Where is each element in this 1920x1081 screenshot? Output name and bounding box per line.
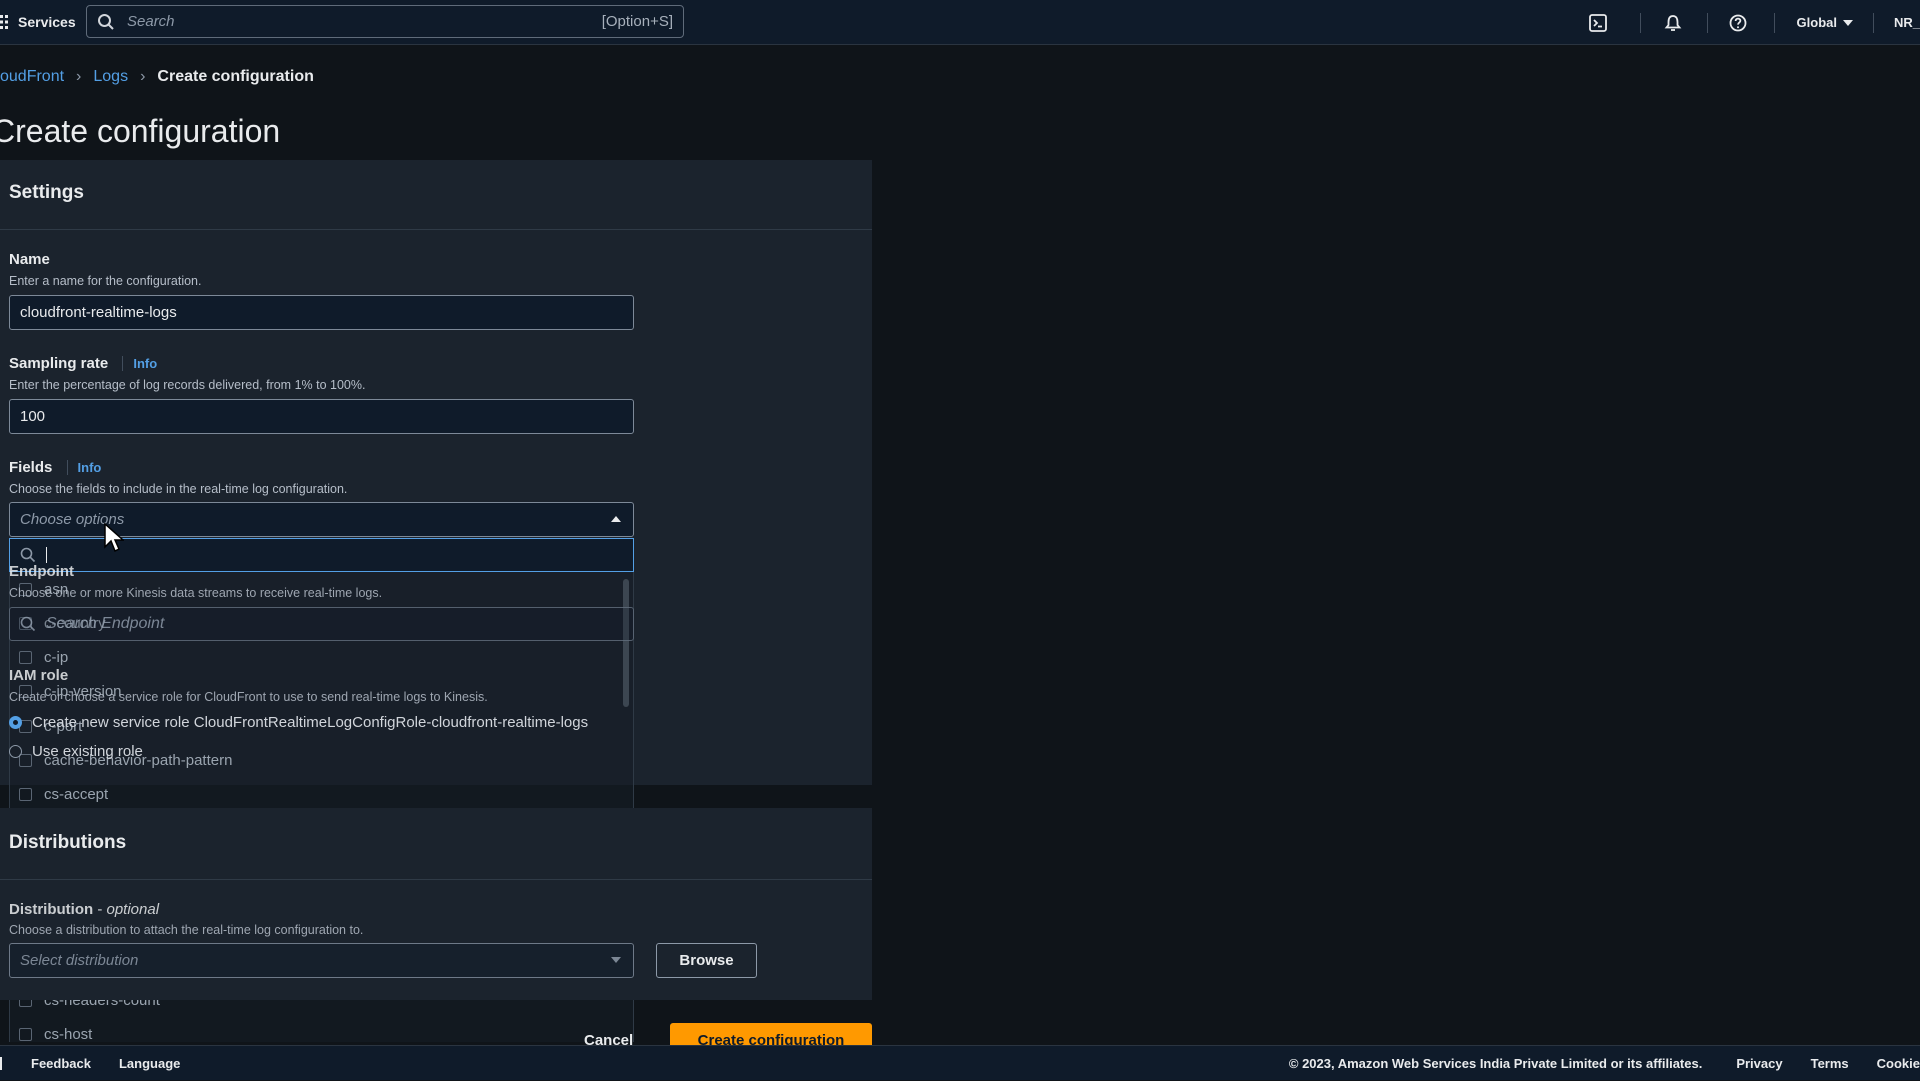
services-menu[interactable]: Services bbox=[0, 0, 76, 45]
caret-down-icon bbox=[1842, 19, 1853, 26]
chevron-right-icon: › bbox=[76, 68, 82, 85]
footer-terms[interactable]: Terms bbox=[1811, 1056, 1849, 1071]
distribution-select[interactable]: Select distribution bbox=[9, 943, 634, 978]
name-label: Name bbox=[9, 251, 50, 268]
name-description: Enter a name for the configuration. bbox=[9, 274, 202, 288]
bell-icon[interactable] bbox=[1663, 13, 1683, 33]
checkbox[interactable] bbox=[19, 1028, 32, 1042]
sampling-label: Sampling rate Info bbox=[9, 355, 158, 372]
cloudshell-divider bbox=[0, 1056, 2, 1070]
mouse-pointer-icon bbox=[104, 523, 124, 553]
caret-up-icon bbox=[611, 516, 621, 522]
footer: Feedback Language © 2023, Amazon Web Ser… bbox=[0, 1045, 1920, 1080]
fields-label: Fields Info bbox=[9, 459, 102, 476]
sampling-description: Enter the percentage of log records deli… bbox=[9, 378, 366, 392]
name-input[interactable]: cloudfront-realtime-logs bbox=[9, 295, 634, 330]
settings-title: Settings bbox=[9, 182, 84, 203]
browse-button[interactable]: Browse bbox=[656, 943, 757, 978]
endpoint-label: Endpoint bbox=[9, 563, 74, 580]
services-label: Services bbox=[18, 14, 76, 30]
breadcrumb-cloudfront[interactable]: oudFront bbox=[0, 68, 64, 86]
top-navigation: Services [Option+S] bbox=[0, 0, 1920, 45]
fields-description: Choose the fields to include in the real… bbox=[9, 482, 348, 496]
chevron-right-icon: › bbox=[140, 68, 146, 85]
grid-icon bbox=[0, 15, 8, 29]
endpoint-search-input[interactable]: Search Endpoint bbox=[9, 607, 634, 641]
fields-select[interactable]: Choose options bbox=[9, 502, 634, 537]
nav-separator bbox=[1706, 12, 1708, 33]
caret-down-icon bbox=[611, 957, 621, 963]
sampling-input[interactable]: 100 bbox=[9, 399, 634, 434]
global-search[interactable]: [Option+S] bbox=[86, 5, 684, 38]
footer-copyright: © 2023, Amazon Web Services India Privat… bbox=[1288, 1056, 1703, 1071]
iam-role-description: Create or choose a service role for Clou… bbox=[9, 690, 488, 704]
search-icon bbox=[98, 13, 114, 30]
radio-button[interactable] bbox=[9, 745, 22, 758]
iam-role-label: IAM role bbox=[9, 667, 69, 684]
radio-create-new-role[interactable]: Create new service role CloudFrontRealti… bbox=[9, 714, 588, 731]
distribution-optional: optional bbox=[106, 901, 160, 918]
breadcrumb: oudFront › Logs › Create configuration bbox=[0, 68, 314, 86]
radio-button-checked[interactable] bbox=[9, 716, 22, 729]
footer-feedback[interactable]: Feedback bbox=[31, 1056, 91, 1071]
breadcrumb-logs[interactable]: Logs bbox=[93, 68, 128, 86]
fields-info-link[interactable]: Info bbox=[66, 460, 102, 475]
checkbox[interactable] bbox=[19, 788, 32, 802]
distributions-title: Distributions bbox=[9, 832, 127, 853]
field-option-label: cs-accept bbox=[44, 786, 109, 804]
settings-header: Settings bbox=[0, 160, 872, 230]
help-icon[interactable] bbox=[1728, 13, 1748, 33]
search-icon bbox=[20, 616, 36, 632]
footer-cookie[interactable]: Cookie bbox=[1877, 1056, 1920, 1071]
sampling-label-text: Sampling rate bbox=[9, 355, 109, 372]
radio-create-new-label: Create new service role CloudFrontRealti… bbox=[32, 714, 589, 731]
dropdown-scrollbar[interactable] bbox=[623, 579, 629, 707]
page-title: Create configuration bbox=[0, 113, 281, 149]
region-selector[interactable]: Global bbox=[1797, 15, 1853, 30]
cloudshell-icon[interactable] bbox=[1588, 13, 1608, 33]
distribution-placeholder: Select distribution bbox=[20, 952, 139, 969]
radio-use-existing-label: Use existing role bbox=[32, 743, 143, 760]
field-option[interactable]: cs-accept bbox=[19, 778, 108, 812]
text-cursor bbox=[46, 547, 47, 563]
distribution-label: Distribution - optional bbox=[9, 901, 159, 918]
name-value: cloudfront-realtime-logs bbox=[20, 304, 177, 321]
account-menu[interactable]: NR_ bbox=[1894, 15, 1920, 30]
distribution-label-text: Distribution bbox=[9, 901, 94, 918]
nav-utilities: Global NR_ bbox=[1588, 0, 1920, 45]
endpoint-placeholder: Search Endpoint bbox=[46, 615, 165, 632]
search-input[interactable] bbox=[125, 12, 602, 31]
sampling-info-link[interactable]: Info bbox=[122, 356, 158, 371]
footer-links: © 2023, Amazon Web Services India Privat… bbox=[1289, 1046, 1920, 1081]
footer-privacy[interactable]: Privacy bbox=[1736, 1056, 1782, 1071]
distribution-dash: - bbox=[97, 901, 107, 918]
breadcrumb-current: Create configuration bbox=[157, 68, 314, 85]
checkbox[interactable] bbox=[19, 651, 32, 665]
fields-label-text: Fields bbox=[9, 459, 53, 476]
radio-use-existing-role[interactable]: Use existing role bbox=[9, 743, 143, 760]
distribution-description: Choose a distribution to attach the real… bbox=[9, 923, 364, 937]
search-icon bbox=[20, 547, 36, 563]
field-option-label: c-ip bbox=[44, 649, 69, 667]
footer-language[interactable]: Language bbox=[119, 1056, 180, 1071]
nav-separator bbox=[1773, 12, 1775, 33]
search-shortcut: [Option+S] bbox=[601, 13, 673, 30]
endpoint-description: Choose one or more Kinesis data streams … bbox=[9, 586, 383, 600]
distributions-header: Distributions bbox=[0, 808, 872, 880]
field-option-label: cs-host bbox=[44, 1026, 93, 1044]
nav-separator bbox=[1872, 12, 1874, 33]
fields-search-box[interactable] bbox=[9, 538, 634, 572]
region-label: Global bbox=[1796, 15, 1837, 30]
nav-separator bbox=[1639, 12, 1641, 33]
sampling-value: 100 bbox=[20, 408, 46, 425]
